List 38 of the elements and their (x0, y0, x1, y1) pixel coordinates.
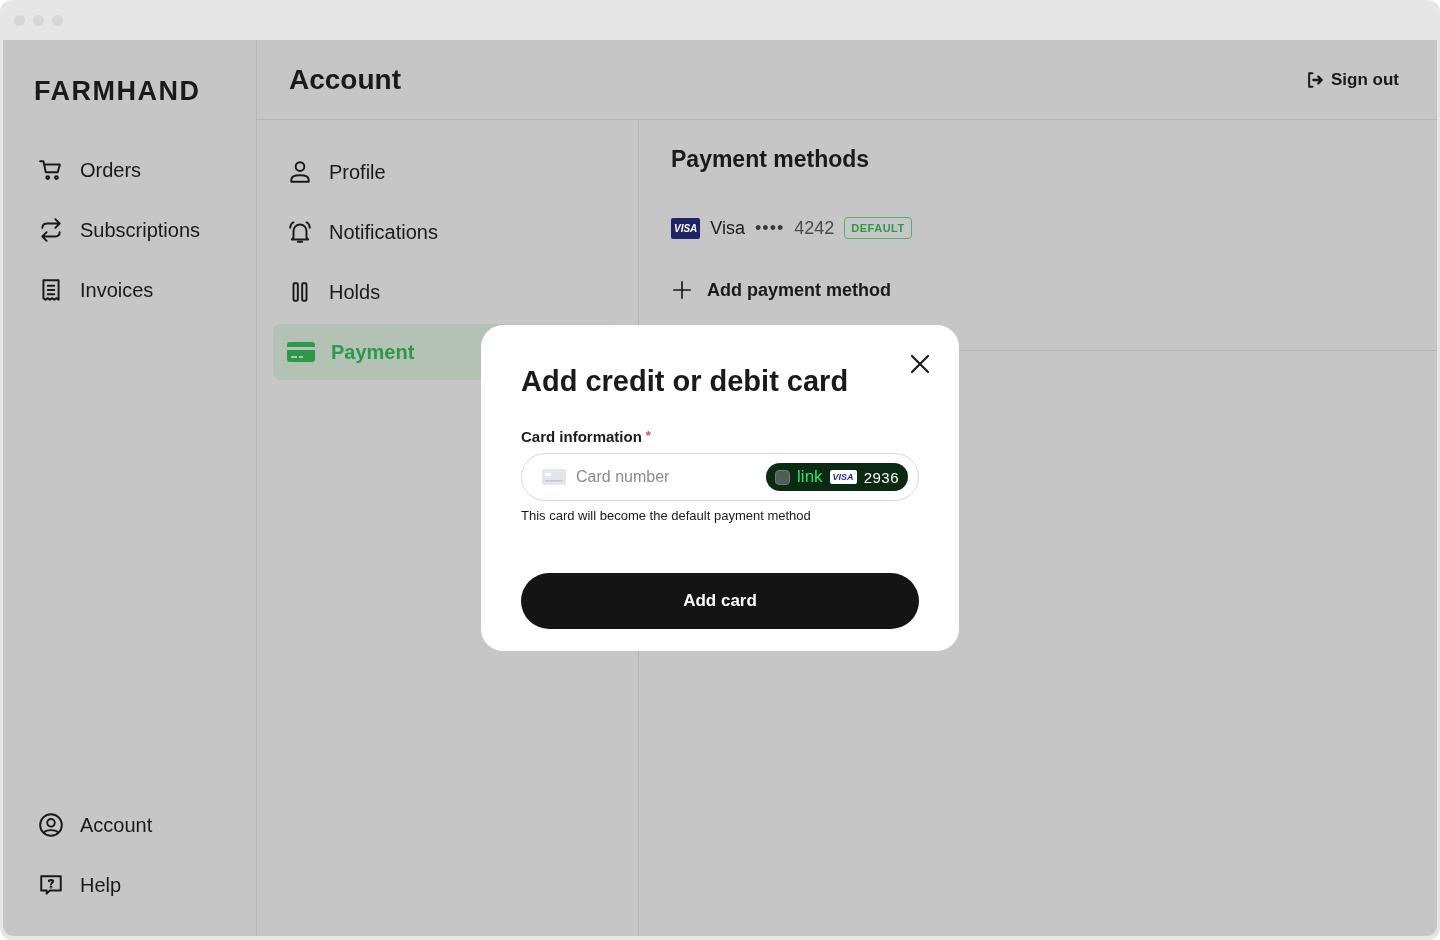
plus-icon (671, 279, 693, 301)
masked-digits: •••• (755, 217, 785, 239)
card-brand-logo: VISA (671, 217, 701, 239)
help-icon (38, 872, 64, 898)
sign-out-icon (1305, 69, 1325, 90)
settings-tab[interactable]: Notifications (273, 204, 622, 260)
required-mark: * (645, 428, 651, 443)
brand-logo: FARMHAND (34, 76, 202, 107)
sidebar-item[interactable]: Account (34, 804, 153, 846)
card-brand-logo: VISA (829, 470, 857, 484)
add-card-button[interactable]: Add card (521, 573, 919, 629)
card-last-digits: 2936 (863, 468, 899, 486)
link-label: link (797, 467, 823, 487)
person-icon (287, 159, 313, 185)
sign-out-button[interactable]: Sign out (1299, 68, 1405, 91)
link-autofill-button[interactable]: link VISA 2936 (766, 463, 908, 491)
settings-tab[interactable]: Holds (273, 264, 622, 320)
default-badge: DEFAULT (844, 217, 912, 239)
field-label: Card information (521, 428, 642, 445)
close-button[interactable] (909, 353, 931, 375)
sidebar-item[interactable]: Invoices (34, 269, 154, 311)
page-title: Account (289, 63, 401, 96)
bell-icon (287, 219, 313, 245)
settings-tab[interactable]: Profile (273, 144, 622, 200)
card-placeholder-icon (542, 469, 566, 485)
add-payment-method-button[interactable]: Add payment method (671, 279, 891, 301)
cart-icon (38, 157, 64, 183)
repeat-arrows-icon (38, 217, 64, 243)
sidebar-item[interactable]: Subscriptions (34, 209, 201, 251)
helper-text: This card will become the default payment method (521, 508, 812, 523)
checkbox-icon (775, 469, 791, 485)
card-last-digits: 4242 (794, 217, 835, 239)
credit-card-icon (287, 341, 315, 363)
section-title: Payment methods (671, 146, 871, 173)
sidebar-item[interactable]: Orders (34, 149, 142, 191)
card-name: Visa (710, 217, 746, 239)
sidebar-item[interactable]: Help (34, 864, 122, 906)
user-circle-icon (38, 812, 64, 838)
